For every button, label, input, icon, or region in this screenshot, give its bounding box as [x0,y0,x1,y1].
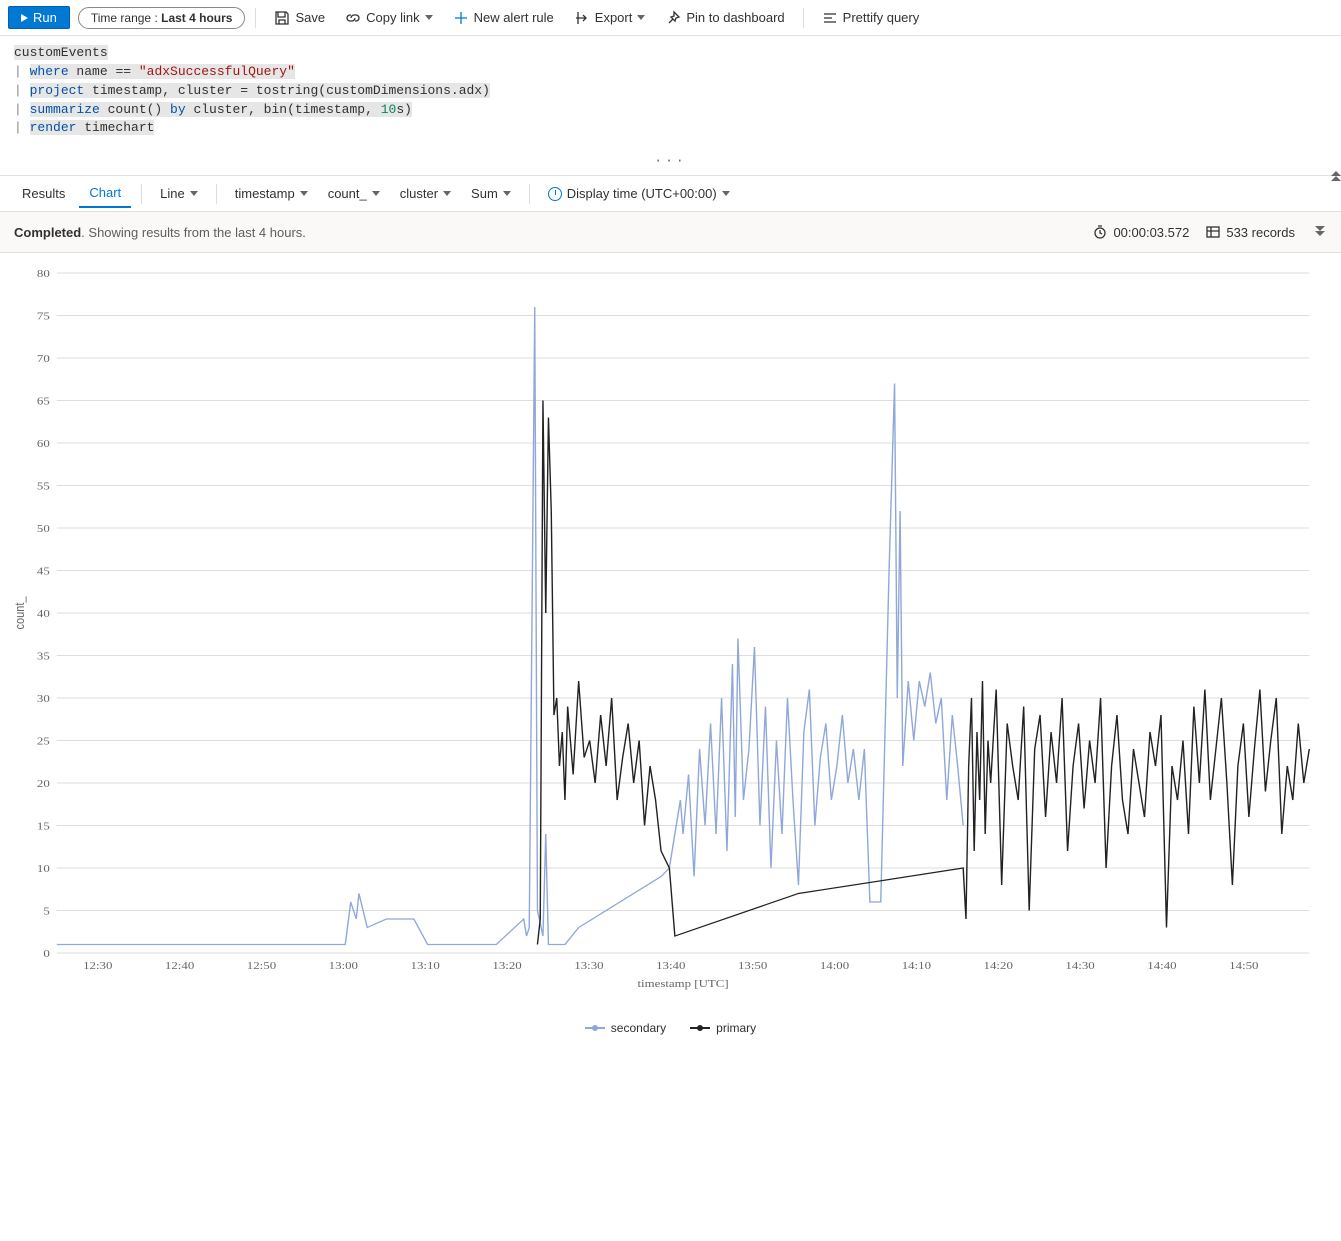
svg-text:10: 10 [37,862,50,875]
status-completed: Completed [14,225,81,240]
svg-text:20: 20 [37,777,50,790]
editor-line-1: customEvents [14,45,108,60]
svg-text:40: 40 [37,607,50,620]
stopwatch-icon [1092,224,1108,240]
format-icon [822,10,838,26]
chevron-down-icon [722,191,730,196]
divider [216,184,217,204]
legend-line-icon [690,1027,710,1029]
svg-text:13:50: 13:50 [738,959,767,972]
elapsed-time: 00:00:03.572 [1084,220,1197,244]
prettify-button[interactable]: Prettify query [814,6,928,30]
new-alert-button[interactable]: New alert rule [445,6,562,30]
chevron-down-icon [443,191,451,196]
svg-text:14:20: 14:20 [984,959,1013,972]
divider [141,184,142,204]
legend-line-icon [585,1027,605,1029]
chevron-down-icon [190,191,198,196]
svg-text:14:30: 14:30 [1065,959,1094,972]
svg-text:0: 0 [43,947,49,960]
svg-text:70: 70 [37,352,50,365]
yaxis-select[interactable]: count_ [320,182,388,205]
svg-text:13:20: 13:20 [492,959,521,972]
tab-chart[interactable]: Chart [79,179,131,208]
collapse-dots[interactable]: ··· [654,152,686,171]
save-button[interactable]: Save [266,6,333,30]
legend-secondary[interactable]: secondary [585,1021,666,1035]
svg-text:14:10: 14:10 [902,959,931,972]
chevron-down-icon [503,191,511,196]
svg-text:12:30: 12:30 [83,959,112,972]
svg-text:14:40: 14:40 [1147,959,1176,972]
svg-text:55: 55 [37,479,50,492]
svg-text:14:50: 14:50 [1229,959,1258,972]
display-time-select[interactable]: Display time (UTC+00:00) [540,182,738,205]
svg-text:50: 50 [37,522,50,535]
chart-legend: secondary primary [0,1013,1341,1043]
aggregation-select[interactable]: Sum [463,182,519,205]
svg-text:13:10: 13:10 [411,959,440,972]
run-button[interactable]: Run [8,6,70,29]
xaxis-select[interactable]: timestamp [227,182,316,205]
svg-text:35: 35 [37,649,50,662]
svg-text:75: 75 [37,309,50,322]
timechart[interactable]: 0 5 10 15 20 25 30 35 40 45 50 55 60 65 70 75 80 12:30 12:… [10,263,1321,1003]
svg-text:12:40: 12:40 [165,959,194,972]
query-toolbar: Run Time range : Last 4 hours Save Copy … [0,0,1341,36]
svg-text:30: 30 [37,692,50,705]
svg-text:13:40: 13:40 [656,959,685,972]
chevron-down-icon [300,191,308,196]
play-icon [21,14,28,22]
chevron-double-down-icon[interactable] [1315,226,1327,238]
export-button[interactable]: Export [566,6,654,30]
results-toolbar: Results Chart Line timestamp count_ clus… [0,176,1341,212]
save-icon [274,10,290,26]
svg-text:80: 80 [37,267,50,280]
svg-text:15: 15 [37,819,50,832]
series-select[interactable]: cluster [392,182,459,205]
chevron-down-icon [425,15,433,20]
divider [529,184,530,204]
divider [255,8,256,28]
svg-text:13:00: 13:00 [329,959,358,972]
copy-link-button[interactable]: Copy link [337,6,440,30]
svg-text:13:30: 13:30 [574,959,603,972]
time-range-picker[interactable]: Time range : Last 4 hours [78,7,246,29]
timerange-value: Last 4 hours [161,11,232,25]
svg-text:60: 60 [37,437,50,450]
divider [803,8,804,28]
svg-text:12:50: 12:50 [247,959,276,972]
table-icon [1205,224,1221,240]
chevron-down-icon [372,191,380,196]
timerange-prefix: Time range : [91,11,161,25]
tab-results[interactable]: Results [12,180,75,207]
svg-text:65: 65 [37,394,50,407]
legend-primary[interactable]: primary [690,1021,756,1035]
svg-text:count_: count_ [12,596,27,629]
pin-icon [665,10,681,26]
link-icon [345,10,361,26]
svg-text:timestamp [UTC]: timestamp [UTC] [637,977,728,990]
svg-text:25: 25 [37,734,50,747]
svg-text:14:00: 14:00 [820,959,849,972]
export-icon [574,10,590,26]
chevron-down-icon [637,15,645,20]
clock-icon [548,187,562,201]
chart-type-select[interactable]: Line [152,182,206,205]
svg-text:5: 5 [43,904,49,917]
pin-button[interactable]: Pin to dashboard [657,6,792,30]
status-bar: Completed. Showing results from the last… [0,212,1341,253]
status-detail: . Showing results from the last 4 hours. [81,225,306,240]
run-label: Run [33,10,57,25]
record-count: 533 records [1197,220,1303,244]
plus-icon [453,10,469,26]
svg-text:45: 45 [37,564,50,577]
query-editor[interactable]: customEvents | where name == "adxSuccess… [0,36,1341,176]
chart-area: 0 5 10 15 20 25 30 35 40 45 50 55 60 65 70 75 80 12:30 12:… [0,253,1341,1013]
